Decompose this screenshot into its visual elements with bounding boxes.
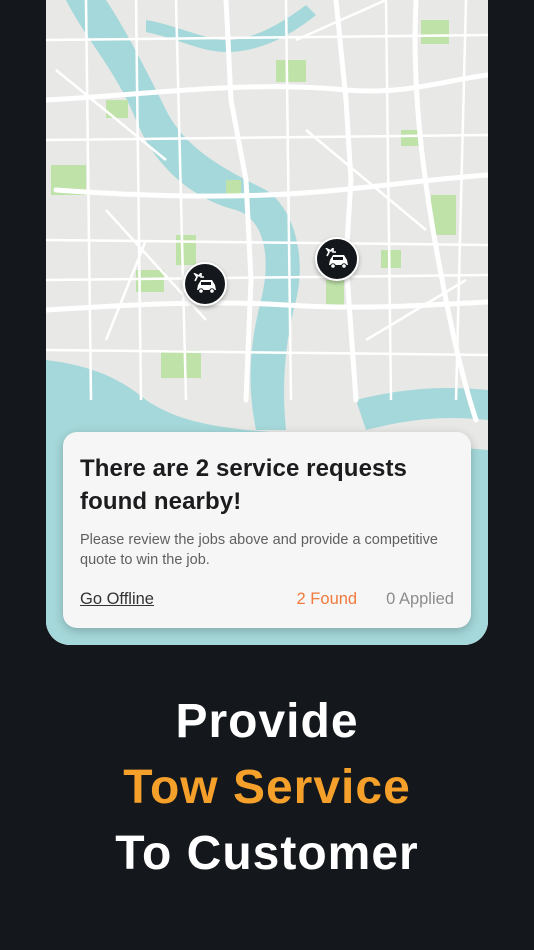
car-crash-icon [193, 273, 216, 294]
card-footer: Go Offline 2 Found 0 Applied [80, 590, 454, 609]
headline-line-2: Tow Service [123, 761, 411, 814]
found-count[interactable]: 2 Found [297, 590, 358, 609]
card-description: Please review the jobs above and provide… [80, 532, 438, 568]
applied-count[interactable]: 0 Applied [386, 590, 454, 609]
tow-request-pin-2[interactable] [315, 237, 359, 281]
headline-line-3: To Customer [115, 827, 419, 880]
car-crash-icon [325, 248, 348, 269]
card-title: There are 2 service requests found nearb… [80, 455, 407, 515]
go-offline-link[interactable]: Go Offline [80, 590, 154, 609]
headline-line-1: Provide [175, 695, 359, 748]
service-requests-card: There are 2 service requests found nearb… [63, 432, 471, 628]
tow-request-pin-1[interactable] [183, 262, 227, 306]
